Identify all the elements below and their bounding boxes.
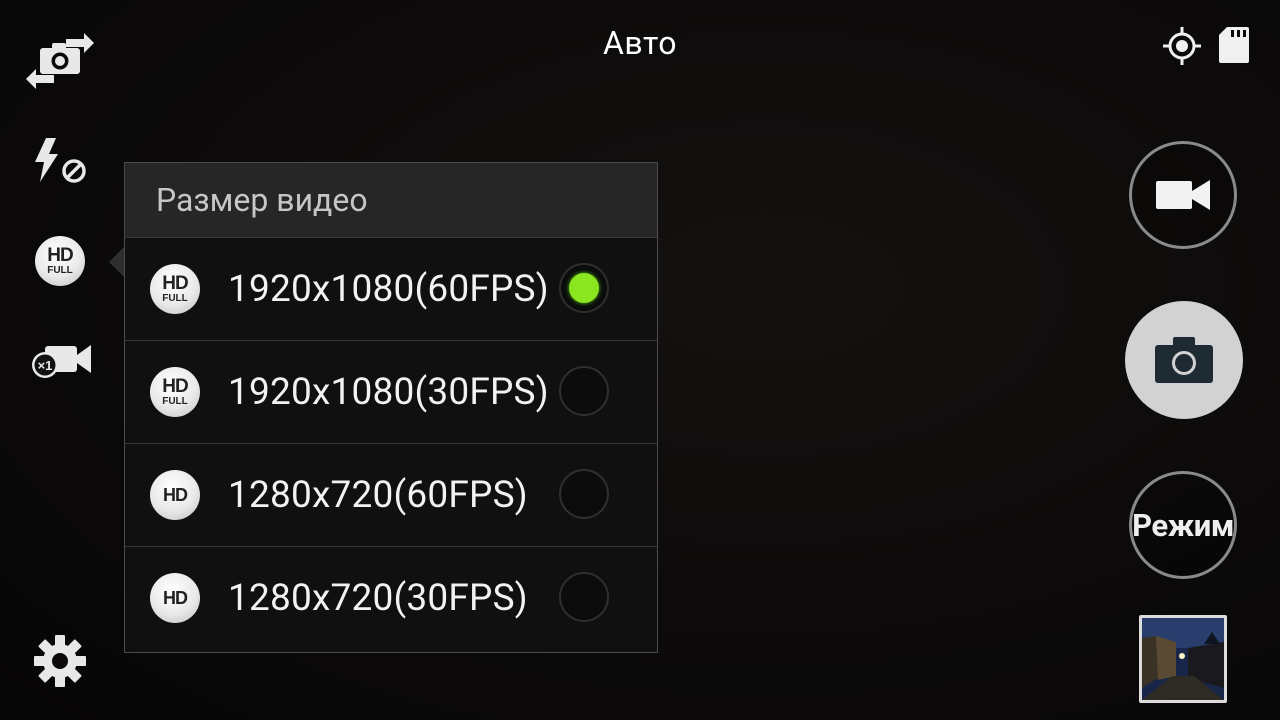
svg-text:×1: ×1	[38, 358, 53, 373]
gps-icon	[1163, 27, 1201, 65]
hd-full-badge: HD FULL	[150, 367, 200, 417]
radio-dot	[569, 273, 599, 303]
shutter-button[interactable]	[1125, 301, 1243, 419]
gear-icon[interactable]	[33, 634, 87, 688]
video-size-option-1920x1080-60[interactable]: HD FULL 1920x1080(60FPS)	[125, 238, 657, 341]
video-size-option-1280x720-60[interactable]: HD 1280x720(60FPS)	[125, 444, 657, 547]
option-label: 1280x720(30FPS)	[228, 577, 528, 620]
sd-card-icon	[1219, 27, 1249, 63]
radio-button[interactable]	[559, 366, 609, 416]
video-size-popup: Размер видео HD FULL 1920x1080(60FPS) HD…	[124, 162, 658, 653]
option-label: 1920x1080(30FPS)	[228, 370, 549, 414]
radio-button-selected[interactable]	[559, 263, 609, 313]
switch-camera-icon[interactable]	[26, 33, 94, 89]
video-size-option-1920x1080-30[interactable]: HD FULL 1920x1080(30FPS)	[125, 341, 657, 444]
video-camera-icon	[1156, 180, 1210, 210]
hd-full-badge: HD FULL	[35, 236, 85, 286]
gallery-thumbnail[interactable]	[1139, 615, 1227, 703]
camera-icon	[1155, 337, 1213, 383]
option-label: 1280x720(60FPS)	[228, 473, 528, 517]
video-size-option-1280x720-30[interactable]: HD 1280x720(30FPS)	[125, 547, 657, 650]
popup-pointer	[109, 247, 124, 277]
mode-button[interactable]: Режим	[1129, 471, 1237, 579]
hd-badge: HD	[150, 573, 200, 623]
popup-title: Размер видео	[125, 163, 657, 238]
flash-off-icon[interactable]	[32, 138, 88, 186]
radio-button[interactable]	[559, 469, 609, 519]
hd-full-badge: HD FULL	[150, 264, 200, 314]
record-video-button[interactable]	[1129, 141, 1237, 249]
recording-mode-icon[interactable]: ×1	[31, 340, 93, 380]
radio-button[interactable]	[559, 572, 609, 622]
shooting-mode-title: Авто	[603, 24, 677, 62]
hd-badge: HD	[150, 470, 200, 520]
option-label: 1920x1080(60FPS)	[228, 267, 549, 311]
video-size-icon[interactable]: HD FULL	[35, 236, 85, 286]
camera-screen: Авто HD FULL ×1 Размер видео HD FULL 192…	[0, 0, 1280, 720]
